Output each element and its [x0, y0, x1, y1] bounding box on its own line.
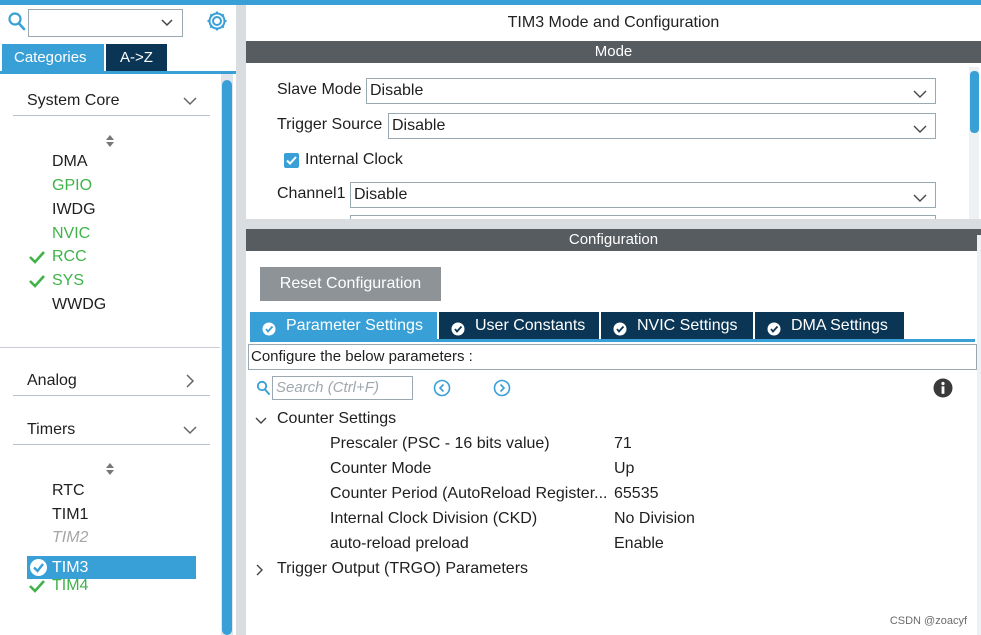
tab-dma-settings[interactable]: DMA Settings	[755, 312, 904, 339]
sidebar-item-wwdg[interactable]: WWDG	[52, 294, 106, 316]
sort-icon[interactable]	[103, 461, 117, 477]
left-panel: Categories A->Z System Core DMA GPIO IWD…	[0, 5, 236, 635]
sidebar-item-nvic[interactable]: NVIC	[52, 223, 90, 245]
group-label: Trigger Output (TRGO) Parameters	[277, 560, 529, 577]
slave-mode-label: Slave Mode	[277, 81, 362, 98]
param-value-counter-period[interactable]: 65535	[614, 483, 659, 505]
tab-a-z[interactable]: A->Z	[106, 44, 167, 71]
section-system-core[interactable]: System Core	[13, 88, 210, 116]
main-panel: TIM3 Mode and Configuration Mode Slave M…	[246, 5, 981, 635]
parameters-description: Configure the below parameters :	[248, 344, 977, 370]
page-title: TIM3 Mode and Configuration	[507, 14, 720, 31]
tab-categories[interactable]: Categories	[2, 44, 104, 71]
sidebar-item-dma[interactable]: DMA	[52, 151, 88, 173]
chevron-down-icon[interactable]	[182, 94, 198, 111]
sidebar-item-tim2[interactable]: TIM2	[52, 527, 88, 549]
info-icon[interactable]	[933, 378, 953, 398]
check-icon	[28, 578, 46, 594]
chevron-down-icon[interactable]	[182, 423, 198, 440]
sidebar-item-rtc[interactable]: RTC	[52, 480, 85, 502]
section-timers[interactable]: Timers	[13, 417, 210, 445]
reset-configuration-button[interactable]: Reset Configuration	[260, 267, 441, 301]
channel1-label: Channel1	[277, 185, 346, 202]
section-label: Analog	[27, 372, 77, 389]
tab-parameter-settings[interactable]: Parameter Settings	[250, 312, 437, 339]
chevron-down-icon[interactable]	[254, 412, 268, 434]
section-splitter[interactable]	[246, 219, 981, 229]
slave-mode-select[interactable]: Disable	[366, 78, 936, 104]
param-name-clock-division[interactable]: Internal Clock Division (CKD)	[330, 508, 537, 530]
tab-label: DMA Settings	[791, 317, 888, 334]
select-value: Disable	[354, 186, 408, 203]
sidebar-item-gpio[interactable]: GPIO	[52, 175, 92, 197]
panel-splitter[interactable]	[236, 5, 246, 635]
search-previous-icon[interactable]	[433, 379, 451, 397]
search-next-icon[interactable]	[493, 379, 511, 397]
sidebar-item-iwdg[interactable]: IWDG	[52, 199, 96, 221]
param-name-auto-reload-preload[interactable]: auto-reload preload	[330, 533, 469, 555]
tab-label: Parameter Settings	[286, 317, 423, 334]
configuration-tabs: Parameter Settings User Constants NVIC S…	[250, 312, 906, 339]
tab-nvic-settings[interactable]: NVIC Settings	[601, 312, 753, 339]
channel1-select[interactable]: Disable	[350, 182, 936, 208]
search-icon	[256, 380, 271, 400]
param-value-auto-reload-preload[interactable]: Enable	[614, 533, 664, 555]
chevron-down-icon	[913, 190, 927, 207]
section-label: System Core	[27, 92, 120, 109]
section-label: Timers	[27, 421, 76, 438]
trigger-source-select[interactable]: Disable	[388, 113, 936, 139]
sort-icon[interactable]	[103, 133, 117, 149]
trigger-source-label: Trigger Source	[277, 116, 383, 133]
chevron-down-icon[interactable]	[160, 16, 174, 34]
chevron-right-icon[interactable]	[182, 374, 198, 392]
internal-clock-checkbox[interactable]	[284, 153, 299, 168]
mode-section: Slave Mode Disable Trigger Source Disabl…	[246, 63, 981, 221]
tab-user-constants[interactable]: User Constants	[439, 312, 599, 339]
search-icon[interactable]	[7, 11, 27, 33]
check-icon	[28, 273, 46, 289]
param-value-clock-division[interactable]: No Division	[614, 508, 695, 530]
mode-scrollbar-thumb[interactable]	[970, 71, 979, 133]
tab-label: NVIC Settings	[637, 317, 738, 334]
param-name-prescaler[interactable]: Prescaler (PSC - 16 bits value)	[330, 433, 550, 455]
sidebar-item-tim1[interactable]: TIM1	[52, 504, 88, 526]
select-value: Disable	[392, 117, 446, 134]
param-name-counter-period[interactable]: Counter Period (AutoReload Register...	[330, 483, 607, 505]
parameter-search-input[interactable]: Search (Ctrl+F)	[272, 376, 413, 400]
section-divider	[0, 347, 220, 348]
configuration-bar: Configuration	[246, 229, 981, 251]
chevron-right-icon[interactable]	[254, 562, 266, 584]
section-analog[interactable]: Analog	[13, 368, 210, 396]
chevron-down-icon	[913, 86, 927, 103]
internal-clock-label: Internal Clock	[305, 151, 403, 168]
config-scrollbar-track[interactable]	[977, 235, 981, 635]
tab-label: User Constants	[475, 317, 586, 334]
check-icon	[28, 249, 46, 265]
left-tabs: Categories A->Z	[2, 44, 167, 71]
param-value-prescaler[interactable]: 71	[614, 433, 632, 455]
watermark: CSDN @zoacyf	[889, 615, 967, 627]
param-name-counter-mode[interactable]: Counter Mode	[330, 458, 431, 480]
chevron-down-icon	[913, 121, 927, 138]
left-scrollbar-thumb[interactable]	[222, 80, 232, 635]
left-tab-underline	[0, 71, 236, 74]
config-tab-underline	[250, 339, 975, 342]
param-value-counter-mode[interactable]: Up	[614, 458, 634, 480]
peripheral-search-combobox[interactable]	[28, 9, 183, 37]
group-label: Counter Settings	[277, 410, 397, 427]
sidebar-item-sys[interactable]: SYS	[52, 270, 84, 292]
gear-icon[interactable]	[205, 9, 229, 33]
select-value: Disable	[370, 82, 424, 99]
sidebar-item-rcc[interactable]: RCC	[52, 246, 87, 268]
mode-bar: Mode	[246, 41, 981, 63]
sidebar-item-tim4[interactable]: TIM4	[52, 575, 88, 597]
